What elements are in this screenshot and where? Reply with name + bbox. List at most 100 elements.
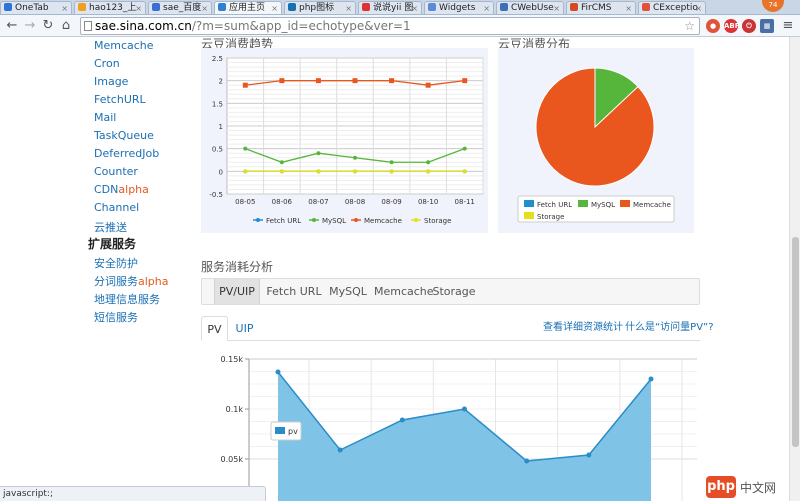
tab-close-icon[interactable]: × xyxy=(345,2,352,14)
x-tick-label: 08-11 xyxy=(455,198,475,206)
browser-tab[interactable]: hao123_上 × xyxy=(74,1,146,14)
sidebar-item[interactable]: TaskQueue xyxy=(94,129,154,142)
y-tick-label: 0.05k xyxy=(221,455,244,464)
y-tick-label: 0.1k xyxy=(226,405,244,414)
browser-tab[interactable]: OneTab × xyxy=(0,1,72,14)
what-is-pv-link[interactable]: 什么是“访问量PV”? xyxy=(625,318,714,333)
sidebar-item[interactable]: FetchURL xyxy=(94,93,146,106)
browser-tab[interactable]: sae_百度 × xyxy=(148,1,212,14)
url-host: sae.sina.com.cn xyxy=(95,19,192,33)
browser-tab[interactable]: php图标 × xyxy=(284,1,356,14)
reload-icon[interactable]: ↻ xyxy=(40,18,56,34)
y-tick-label: 0.5 xyxy=(212,146,223,154)
favicon-icon xyxy=(4,3,12,11)
tab-uip[interactable]: UIP xyxy=(231,316,258,341)
home-icon[interactable]: ⌂ xyxy=(58,18,74,34)
sidebar-item[interactable]: CDNalpha xyxy=(94,183,149,196)
browser-tab[interactable]: 应用主页 × xyxy=(214,1,282,14)
sidebar-item-label: FetchURL xyxy=(94,93,146,106)
browser-tab[interactable]: Widgets × xyxy=(424,1,494,14)
detail-stats-link[interactable]: 查看详细资源统计 xyxy=(543,318,623,333)
sidebar-ext-item[interactable]: 短信服务 xyxy=(94,309,138,325)
sidebar-item-label: 地理信息服务 xyxy=(94,293,160,306)
data-point xyxy=(389,160,394,165)
tab-label: CExceptio xyxy=(653,3,698,13)
scrollbar-thumb[interactable] xyxy=(792,237,799,447)
x-tick-label: 08-08 xyxy=(345,198,365,206)
legend-label: pv xyxy=(288,427,298,436)
page-scrollbar[interactable] xyxy=(789,37,800,501)
address-bar[interactable]: sae.sina.com.cn/?m=sum&app_id=echotype&v… xyxy=(80,17,700,35)
forward-arrow-icon[interactable]: → xyxy=(22,18,38,34)
sidebar-ext-item[interactable]: 地理信息服务 xyxy=(94,291,160,307)
legend-marker xyxy=(354,218,358,222)
tab-label: OneTab xyxy=(15,3,49,13)
tab-close-icon[interactable]: × xyxy=(553,2,560,14)
watermark-logo: php xyxy=(706,476,736,498)
browser-tab[interactable]: CExceptio × xyxy=(638,1,706,14)
sidebar-item[interactable]: Channel xyxy=(94,201,139,214)
legend-marker xyxy=(312,218,316,222)
tab-label: 说说yii 图 xyxy=(373,3,414,13)
back-arrow-icon[interactable]: ← xyxy=(4,18,20,34)
tab-close-icon[interactable]: × xyxy=(411,2,418,14)
y-tick-label: -0.5 xyxy=(209,191,223,199)
x-tick-label: 08-09 xyxy=(381,198,401,206)
sidebar-item-label: Mail xyxy=(94,111,117,124)
sidebar-item-label: Cron xyxy=(94,57,120,70)
consume-subtabs: PV/UIP Fetch URL MySQL Memcache Storage xyxy=(201,278,700,305)
tab-close-icon[interactable]: × xyxy=(483,2,490,14)
tab-close-icon[interactable]: × xyxy=(695,2,702,14)
sidebar-ext-item[interactable]: 分词服务alpha xyxy=(94,273,169,289)
data-point xyxy=(462,169,467,174)
tab-pv[interactable]: PV xyxy=(201,316,228,341)
sidebar-item-label: Channel xyxy=(94,201,140,214)
sidebar-item[interactable]: DeferredJob xyxy=(94,147,159,160)
adblock-icon[interactable]: ABP xyxy=(724,19,740,33)
trend-chart-panel: 2.5 2 1.5 1 0.5 0 -0.5 08-05 08-06 08-07 08-08 08-0… xyxy=(201,48,488,233)
sidebar-item[interactable]: Mail xyxy=(94,111,116,124)
extension-power-icon[interactable]: ⏻ xyxy=(742,19,756,33)
subtab-mysql[interactable]: MySQL xyxy=(326,279,370,304)
tab-close-icon[interactable]: × xyxy=(135,2,142,14)
data-point xyxy=(242,82,248,88)
subtab-pv-uip[interactable]: PV/UIP xyxy=(214,279,260,304)
alpha-badge: alpha xyxy=(138,275,169,288)
favicon-icon xyxy=(500,3,508,11)
bookmark-star-icon[interactable]: ☆ xyxy=(684,18,695,34)
favicon-icon xyxy=(362,3,370,11)
tab-close-icon[interactable]: × xyxy=(625,2,632,14)
extension-grid-icon[interactable]: ▦ xyxy=(760,19,774,33)
extension-stop-icon[interactable]: ● xyxy=(706,19,720,33)
sidebar-item[interactable]: Memcache xyxy=(94,39,154,52)
tab-close-icon[interactable]: × xyxy=(61,2,68,14)
tab-close-icon[interactable]: × xyxy=(271,2,278,14)
tab-close-icon[interactable]: × xyxy=(201,2,208,14)
sidebar-item[interactable]: Counter xyxy=(94,165,138,178)
legend-label: MySQL xyxy=(322,217,346,225)
subtab-fetch-url[interactable]: Fetch URL xyxy=(266,279,322,304)
data-point xyxy=(389,78,395,84)
browser-tabstrip: OneTab × hao123_上 × sae_百度 × 应用主页 × php图标 × 说说yii … xyxy=(0,0,800,15)
sidebar-item[interactable]: 云推送 xyxy=(94,219,127,235)
legend-label: MySQL xyxy=(591,201,615,209)
sidebar-item[interactable]: Image xyxy=(94,75,128,88)
menu-icon[interactable]: ≡ xyxy=(780,18,796,34)
favicon-icon xyxy=(570,3,578,11)
data-point xyxy=(524,458,530,464)
subtab-storage[interactable]: Storage xyxy=(432,279,476,304)
tab-label: CWebUse xyxy=(511,3,554,13)
subtab-memcache[interactable]: Memcache xyxy=(374,279,434,304)
browser-tab[interactable]: FirCMS × xyxy=(566,1,636,14)
consume-title: 服务消耗分析 xyxy=(201,260,274,274)
tab-label: FirCMS xyxy=(581,3,612,13)
data-point xyxy=(462,406,467,412)
sidebar-item[interactable]: Cron xyxy=(94,57,120,70)
y-tick-label: 1.5 xyxy=(212,100,223,108)
sidebar-ext-item[interactable]: 安全防护 xyxy=(94,255,138,271)
tab-label: php图标 xyxy=(299,3,335,13)
favicon-icon xyxy=(642,3,650,11)
browser-tab[interactable]: CWebUse × xyxy=(496,1,564,14)
browser-tab[interactable]: 说说yii 图 × xyxy=(358,1,422,14)
legend-swatch xyxy=(578,200,588,207)
